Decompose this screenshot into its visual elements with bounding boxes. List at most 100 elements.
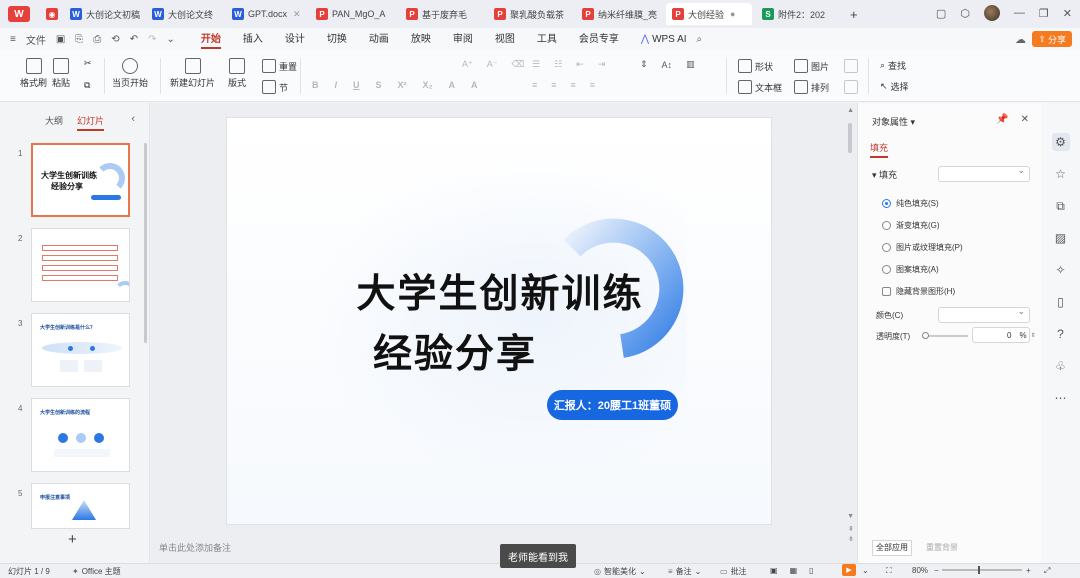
menu-icon[interactable]: ≡ [10,34,16,45]
image-edit-icon[interactable]: ▨ [1052,229,1070,247]
tab-fill[interactable]: 填充 [870,141,889,158]
underline-icon[interactable]: U [353,80,360,90]
option-picture-fill[interactable]: 图片或纹理填充(P) [882,242,963,253]
slide-thumbnail-3[interactable]: 大学生创新训练是什么？ [31,313,130,387]
reset-button[interactable]: 重置 [262,59,297,73]
slide-title-line2[interactable]: 经验分享 [227,323,728,379]
reset-background-button[interactable]: 重置背景 [924,540,960,556]
preview-icon[interactable]: ⟲ [111,34,119,45]
textbox-button[interactable]: 文本框 [738,80,782,94]
fill-button[interactable] [844,59,858,73]
chevron-down-icon[interactable]: ⌄ [166,34,174,45]
clothing-icon[interactable]: ♧ [1052,357,1070,375]
chevron-left-icon[interactable]: ‹ [131,113,135,125]
slide-canvas[interactable]: 大学生创新训练 经验分享 汇报人：20腰工1班董硕 [226,117,772,525]
cloud-sync-icon[interactable]: ☁ [1015,33,1026,46]
tab-8[interactable]: 工具 [537,30,557,49]
copy-layers-icon[interactable]: ⧉ [1052,197,1070,215]
line-spacing-icon[interactable]: ⇕ [640,59,648,70]
align-right-icon[interactable]: ≡ [571,80,576,90]
avatar[interactable] [983,5,1000,21]
format-painter-button[interactable]: 格式刷 [20,58,47,89]
export-icon[interactable]: ⎘ [75,34,83,45]
restore-icon[interactable]: ❐ [1039,7,1049,20]
slide-title-line1[interactable]: 大学生创新训练 [227,263,771,319]
fill-preset-select[interactable] [938,165,1030,182]
properties-icon[interactable]: ⚙ [1051,133,1070,151]
close-icon[interactable]: ✕ [293,9,301,20]
doc-tab-4[interactable]: P 基于废弃毛 [400,3,484,25]
scroll-next-icon[interactable]: ⇟ [848,535,854,543]
chevron-down-icon[interactable]: ⌄ [862,566,869,575]
font-color-icon[interactable]: A [449,80,456,90]
doc-tab-0[interactable]: W 大创论文初稿 [64,3,142,25]
increase-font-icon[interactable]: A⁺ [462,59,473,70]
outline-button[interactable] [844,80,858,94]
close-icon[interactable]: ✕ [1021,114,1029,125]
add-slide-button[interactable]: + [68,531,77,548]
slides-scrollbar[interactable] [144,143,147,343]
pin-icon[interactable]: 📌 [996,114,1008,125]
hide-background-checkbox[interactable]: 隐藏背景图形(H) [882,286,955,297]
spinner-icon[interactable]: ⇕ [1031,332,1036,339]
wps-logo-icon[interactable]: W [8,6,30,22]
bold-icon[interactable]: B [312,80,319,90]
text-direction-icon[interactable]: A↕ [662,60,673,70]
numbering-icon[interactable]: ☷ [554,59,562,70]
transparency-input[interactable]: 0 % ⇕ [972,327,1036,343]
doc-tab-2[interactable]: W GPT.docx ✕ [226,3,306,25]
slide-thumbnail-1[interactable]: 大学生创新训练 经验分享 [31,143,130,217]
indent-icon[interactable]: ⇥ [598,59,606,70]
tab-7[interactable]: 视图 [495,30,515,49]
bullets-icon[interactable]: ☰ [532,59,540,70]
shape-button[interactable]: 形状 [738,59,773,73]
columns-icon[interactable]: ▥ [686,59,695,70]
tab-4[interactable]: 动画 [369,30,389,49]
picture-button[interactable]: 图片 [794,59,829,73]
find-button[interactable]: ⌕ 查找 [880,59,906,72]
sorter-view-icon[interactable]: ▦ [790,566,798,575]
justify-icon[interactable]: ≡ [590,80,595,90]
comments-button[interactable]: ▭ 批注 [720,566,747,577]
close-window-icon[interactable]: ✕ [1063,7,1072,20]
color-select[interactable] [938,306,1030,323]
superscript-icon[interactable]: X² [398,80,407,90]
new-slide-button[interactable]: 新建幻灯片 [170,58,215,89]
redo-icon[interactable]: ↷ [148,34,156,45]
align-left-icon[interactable]: ≡ [532,80,537,90]
home-tab[interactable]: ◉ [40,3,60,25]
wps-ai-button[interactable]: ⋀ WPS AI [641,34,687,45]
smart-beautify-button[interactable]: ◎ 智能美化 ⌄ [594,566,646,577]
cube-icon[interactable]: ⬡ [960,7,970,20]
share-button[interactable]: ⇪ 分享 [1032,31,1072,47]
close-icon[interactable]: ● [730,9,735,19]
fit-window-icon[interactable]: ⛶ [886,566,892,576]
select-button[interactable]: ↖ 选择 [880,80,909,93]
slide-thumbnail-2[interactable] [31,228,130,302]
tab-3[interactable]: 切换 [327,30,347,49]
doc-tab-8[interactable]: S 附件2：202 [756,3,840,25]
section-button[interactable]: 节 [262,80,288,94]
tab-1[interactable]: 插入 [243,30,263,49]
option-solid-fill[interactable]: 纯色填充(S) [882,198,939,209]
zoom-in-icon[interactable]: + [1026,566,1031,575]
notes-button[interactable]: ≡ 备注 ⌄ [668,566,701,577]
reporter-pill[interactable]: 汇报人：20腰工1班董硕 [547,390,678,420]
tab-0[interactable]: 开始 [200,30,221,49]
help-icon[interactable]: ? [1052,325,1070,343]
align-center-icon[interactable]: ≡ [551,80,556,90]
scroll-down-icon[interactable]: ▼ [847,513,854,520]
zoom-slider[interactable] [942,569,1022,571]
clear-format-icon[interactable]: ⌫ [512,59,525,70]
editor-scrollbar[interactable] [848,123,852,153]
option-pattern-fill[interactable]: 图案填充(A) [882,264,939,275]
option-gradient-fill[interactable]: 渐变填充(G) [882,220,940,231]
book-icon[interactable]: ▯ [1052,293,1070,311]
slider-knob[interactable] [922,332,929,339]
reading-view-icon[interactable]: ▯ [809,566,813,575]
doc-tab-3[interactable]: P PAN_MgO_A [310,3,396,25]
undo-icon[interactable]: ↶ [130,34,138,45]
file-menu[interactable]: 文件 [26,32,46,47]
save-icon[interactable]: ▣ [56,34,65,45]
theme-indicator[interactable]: ✦ Office 主题 [72,566,121,577]
